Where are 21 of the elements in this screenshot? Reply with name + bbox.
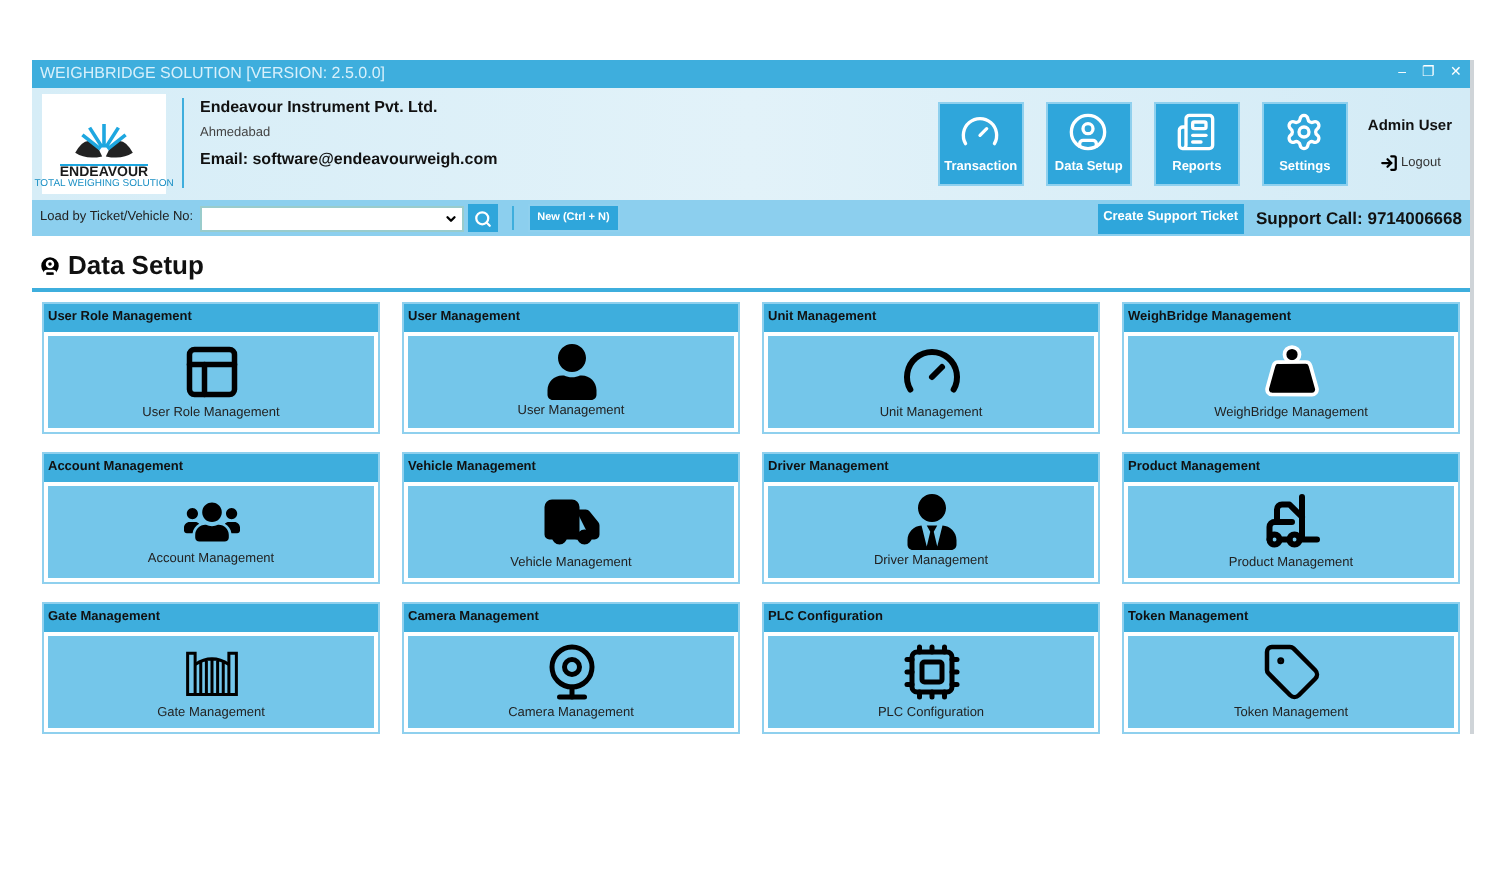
person-icon — [905, 493, 957, 550]
user-icon — [545, 343, 597, 400]
settings-icon — [1284, 111, 1325, 152]
ticket-dropdown[interactable] — [199, 205, 464, 232]
user-icon — [1068, 111, 1109, 152]
logout-icon — [1379, 154, 1397, 173]
company-name: Endeavour Instrument Pvt. Ltd. — [200, 95, 440, 120]
report-icon — [1176, 111, 1217, 152]
layout-icon — [181, 341, 241, 402]
tag-icon — [1261, 641, 1321, 702]
window-title: WEIGHBRIDGE SOLUTION [VERSION: 2.5.0.0] — [40, 61, 385, 86]
company-email: Email: software@endeavourweigh.com — [200, 147, 498, 172]
search-button[interactable] — [467, 204, 498, 233]
dropdown-caret-icon — [443, 211, 458, 226]
forklift-icon — [1261, 491, 1321, 552]
page-title: Data Setup — [68, 248, 204, 285]
chip-icon — [901, 641, 961, 702]
page-title-icon — [38, 254, 62, 279]
weight-icon — [1261, 341, 1321, 402]
search-icon — [473, 209, 492, 228]
support-phone: Support Call: 9714006668 — [1256, 205, 1462, 232]
